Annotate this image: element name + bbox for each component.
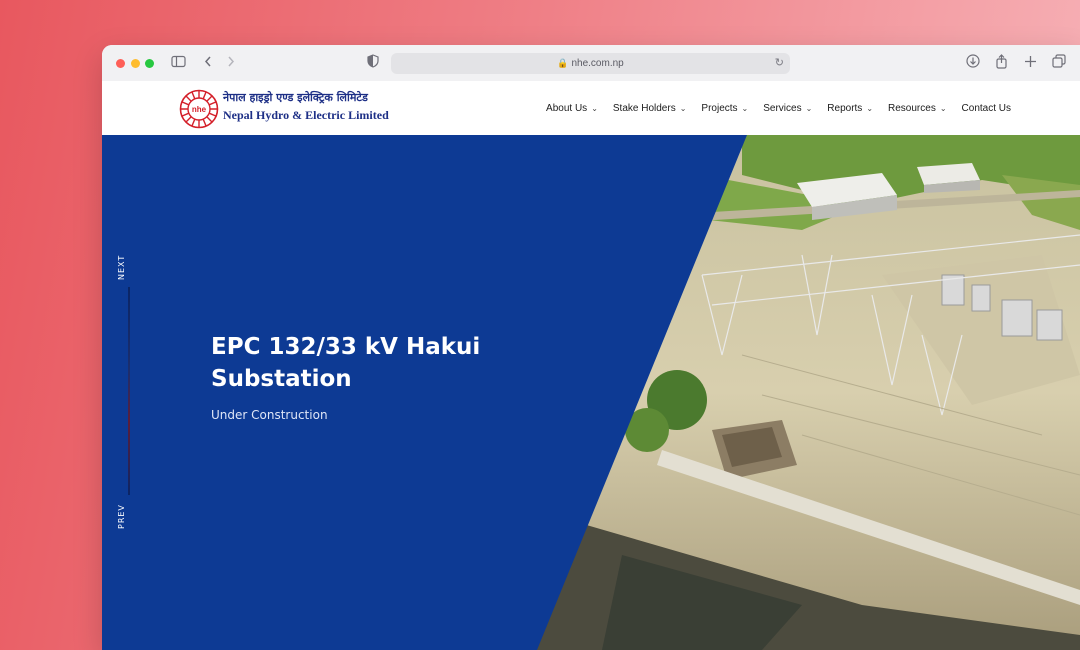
reload-icon[interactable]: ↻	[775, 53, 784, 74]
url-text: nhe.com.np	[571, 58, 624, 69]
sidebar-toggle-icon[interactable]	[171, 54, 186, 72]
new-tab-icon[interactable]	[1024, 54, 1037, 72]
hero-subtitle: Under Construction	[211, 408, 328, 422]
chevron-down-icon: ⌄	[939, 103, 947, 113]
close-window-button[interactable]	[116, 59, 125, 68]
forward-icon[interactable]	[226, 54, 236, 72]
nav-stake-holders[interactable]: Stake Holders ⌄	[613, 103, 687, 114]
chevron-down-icon: ⌄	[591, 103, 598, 113]
nhe-logo-icon: nhe	[179, 89, 219, 129]
logo-name-nepali: नेपाल हाइड्रो एण्ड इलेक्ट्रिक लिमिटेड	[223, 91, 368, 104]
site-logo[interactable]: nhe नेपाल हाइड्रो एण्ड इलेक्ट्रिक लिमिटे…	[179, 86, 389, 130]
site-header: nhe नेपाल हाइड्रो एण्ड इलेक्ट्रिक लिमिटे…	[102, 81, 1080, 135]
slider-progress-line	[128, 287, 130, 495]
logo-name-english: Nepal Hydro & Electric Limited	[223, 108, 389, 122]
share-icon[interactable]	[995, 54, 1008, 73]
nav-resources[interactable]: Resources ⌄	[888, 103, 947, 114]
download-icon[interactable]	[966, 54, 980, 72]
hero-slider: NEXT PREV EPC 132/33 kV Hakui Substation…	[102, 135, 1080, 650]
slider-next-button[interactable]: NEXT	[117, 255, 126, 280]
back-icon[interactable]	[203, 54, 213, 72]
browser-window: 🔒 nhe.com.np ↻ nhe नेपाल हाइड्रो एण्ड इल…	[102, 45, 1080, 650]
nav-label: Reports	[827, 102, 863, 114]
privacy-shield-icon[interactable]	[367, 54, 379, 72]
browser-toolbar: 🔒 nhe.com.np ↻	[102, 45, 1080, 82]
nav-about-us[interactable]: About Us ⌄	[546, 103, 598, 114]
logo-mark-text: nhe	[192, 105, 207, 114]
nav-contact-us[interactable]: Contact Us	[962, 103, 1011, 114]
chevron-down-icon: ⌄	[679, 103, 687, 113]
maximize-window-button[interactable]	[145, 59, 154, 68]
nav-projects[interactable]: Projects ⌄	[701, 103, 748, 114]
chevron-down-icon: ⌄	[866, 103, 874, 113]
lock-icon: 🔒	[557, 58, 569, 68]
minimize-window-button[interactable]	[131, 59, 140, 68]
main-navigation: About Us ⌄ Stake Holders ⌄ Projects ⌄ Servi…	[531, 81, 1011, 135]
tab-overview-icon[interactable]	[1052, 54, 1066, 72]
nav-label: Contact Us	[961, 102, 1011, 114]
hero-title: EPC 132/33 kV Hakui Substation	[211, 334, 481, 392]
chevron-down-icon: ⌄	[741, 103, 749, 113]
address-bar[interactable]: 🔒 nhe.com.np ↻	[391, 53, 790, 74]
nav-label: Stake Holders	[612, 102, 676, 114]
nav-services[interactable]: Services ⌄	[763, 103, 812, 114]
nav-label: About Us	[546, 102, 588, 114]
nav-label: Projects	[701, 102, 738, 114]
nav-label: Resources	[888, 102, 936, 114]
nav-label: Services	[763, 102, 802, 114]
chevron-down-icon: ⌄	[805, 103, 813, 113]
nav-reports[interactable]: Reports ⌄	[827, 103, 873, 114]
slider-prev-button[interactable]: PREV	[117, 504, 126, 529]
